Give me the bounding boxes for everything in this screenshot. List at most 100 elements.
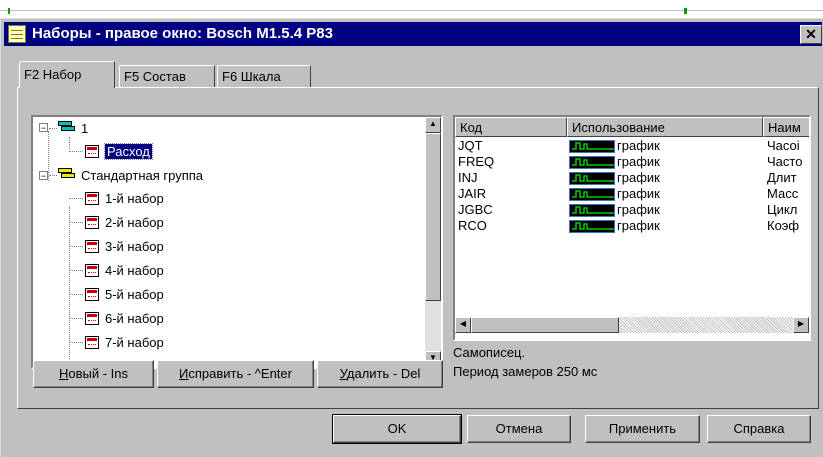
cell-usage: график	[617, 154, 660, 169]
tree-connector	[69, 198, 83, 200]
tree-item-label: 1-й набор	[105, 191, 164, 206]
graph-icon	[569, 156, 615, 169]
tree-item-label: 4-й набор	[105, 263, 164, 278]
button-label: Удалить - Del	[339, 366, 421, 381]
column-header-usage[interactable]: Использование	[567, 117, 763, 137]
group-icon	[58, 121, 76, 133]
list-row[interactable]: JAIR график Масс	[455, 186, 809, 203]
tree-connector	[49, 128, 57, 130]
tree-connector	[69, 207, 71, 367]
cell-usage: график	[617, 218, 660, 233]
tree-scrollbar[interactable]: ▲ ▼	[425, 117, 441, 367]
tree-item-label: Стандартная группа	[81, 168, 204, 183]
cell-name: Длит	[767, 170, 797, 185]
list-horizontal-scrollbar[interactable]: ◀ ▶	[455, 317, 809, 333]
chart-set-icon	[85, 240, 99, 253]
help-button[interactable]: Справка	[707, 415, 811, 443]
scroll-thumb[interactable]	[425, 133, 441, 301]
scroll-thumb[interactable]	[471, 317, 619, 333]
description-line: Период замеров 250 мс	[453, 364, 598, 379]
background-marker	[8, 8, 10, 14]
graph-icon	[569, 172, 615, 185]
scroll-up-button[interactable]: ▲	[425, 117, 441, 133]
cell-code: RCO	[458, 218, 487, 233]
cell-name: Коэф	[767, 218, 800, 233]
tab-label: F6 Шкала	[222, 69, 281, 84]
graph-icon	[569, 188, 615, 201]
tree-item-label: 3-й набор	[105, 239, 164, 254]
button-label: Справка	[733, 421, 785, 436]
chart-set-icon	[85, 145, 99, 158]
sets-dialog: Наборы - правое окно: Bosch M1.5.4 P83 ✕…	[0, 18, 823, 457]
graph-icon	[569, 204, 615, 217]
tab-scale[interactable]: F6 Шкала	[217, 65, 311, 87]
list-row[interactable]: JGBC график Цикл	[455, 202, 809, 219]
group-icon	[58, 168, 76, 180]
collapse-icon[interactable]: −	[39, 171, 48, 181]
tree-item-label: 7-й набор	[105, 335, 164, 350]
close-button[interactable]: ✕	[800, 25, 822, 44]
tree-connector	[69, 137, 71, 149]
chart-set-icon	[85, 288, 99, 301]
apply-button[interactable]: Применить	[585, 415, 700, 443]
close-icon: ✕	[805, 26, 817, 42]
tree-item-label: 5-й набор	[105, 287, 164, 302]
chart-set-icon	[85, 312, 99, 325]
tab-composition[interactable]: F5 Состав	[119, 65, 215, 87]
tree-connector	[69, 222, 83, 224]
button-label: Новый - Ins	[58, 366, 129, 381]
cell-usage: график	[617, 170, 660, 185]
tab-label: F2 Набор	[24, 67, 82, 82]
cell-code: JQT	[458, 138, 483, 153]
cell-name: Масс	[767, 186, 799, 201]
window-title: Наборы - правое окно: Bosch M1.5.4 P83	[32, 25, 333, 42]
tree-connector	[69, 151, 83, 153]
scroll-left-button[interactable]: ◀	[455, 317, 471, 333]
background-marker	[684, 8, 687, 14]
scroll-right-button[interactable]: ▶	[793, 317, 809, 333]
button-label: Применить	[608, 421, 677, 436]
tree-connector	[48, 131, 50, 181]
graph-icon	[569, 220, 615, 233]
tree-connector	[69, 270, 83, 272]
tree-connector	[69, 246, 83, 248]
delete-set-button[interactable]: Удалить - Del	[317, 360, 443, 388]
new-set-button[interactable]: Новый - Ins	[33, 360, 154, 388]
chart-set-icon	[85, 264, 99, 277]
chart-set-icon	[85, 336, 99, 349]
tab-label: F5 Состав	[124, 69, 186, 84]
list-row[interactable]: INJ график Длит	[455, 170, 809, 187]
cell-name: Часоі	[767, 138, 800, 153]
list-row[interactable]: JQT график Часоі	[455, 138, 809, 155]
set-description: Самописец. Период замеров 250 мс	[453, 343, 597, 381]
tree-item-label: 6-й набор	[105, 311, 164, 326]
cell-usage: график	[617, 138, 660, 153]
edit-set-button[interactable]: Исправить - ^Enter	[157, 360, 314, 388]
graph-icon	[569, 140, 615, 153]
cell-code: INJ	[458, 170, 478, 185]
list-row[interactable]: RCO график Коэф	[455, 218, 809, 235]
title-bar: Наборы - правое окно: Bosch M1.5.4 P83 ✕	[4, 22, 822, 46]
collapse-icon[interactable]: −	[39, 123, 48, 133]
tree-connector	[69, 294, 83, 296]
cell-code: JAIR	[458, 186, 487, 201]
column-header-code[interactable]: Код	[455, 117, 567, 137]
tree-connector	[69, 342, 83, 344]
cancel-button[interactable]: Отмена	[467, 415, 571, 443]
background-divider	[0, 10, 823, 11]
tree-connector	[69, 318, 83, 320]
button-label: Исправить - ^Enter	[179, 366, 292, 381]
ok-button[interactable]: OK	[332, 414, 462, 444]
channels-list[interactable]: Код Использование Наим JQT график Часоі FRE…	[453, 115, 811, 341]
sets-tree[interactable]: − 1 Расход − Стандартная группа 1-й набо…	[31, 115, 443, 369]
tab-set[interactable]: F2 Набор	[19, 61, 115, 88]
description-line: Самописец.	[453, 345, 526, 360]
button-label: OK	[387, 421, 407, 436]
cell-usage: график	[617, 202, 660, 217]
cell-code: FREQ	[458, 154, 495, 169]
chart-set-icon	[85, 216, 99, 229]
list-row[interactable]: FREQ график Часто	[455, 154, 809, 171]
column-header-name[interactable]: Наим	[763, 117, 809, 137]
cell-name: Цикл	[767, 202, 798, 217]
cell-code: JGBC	[458, 202, 493, 217]
